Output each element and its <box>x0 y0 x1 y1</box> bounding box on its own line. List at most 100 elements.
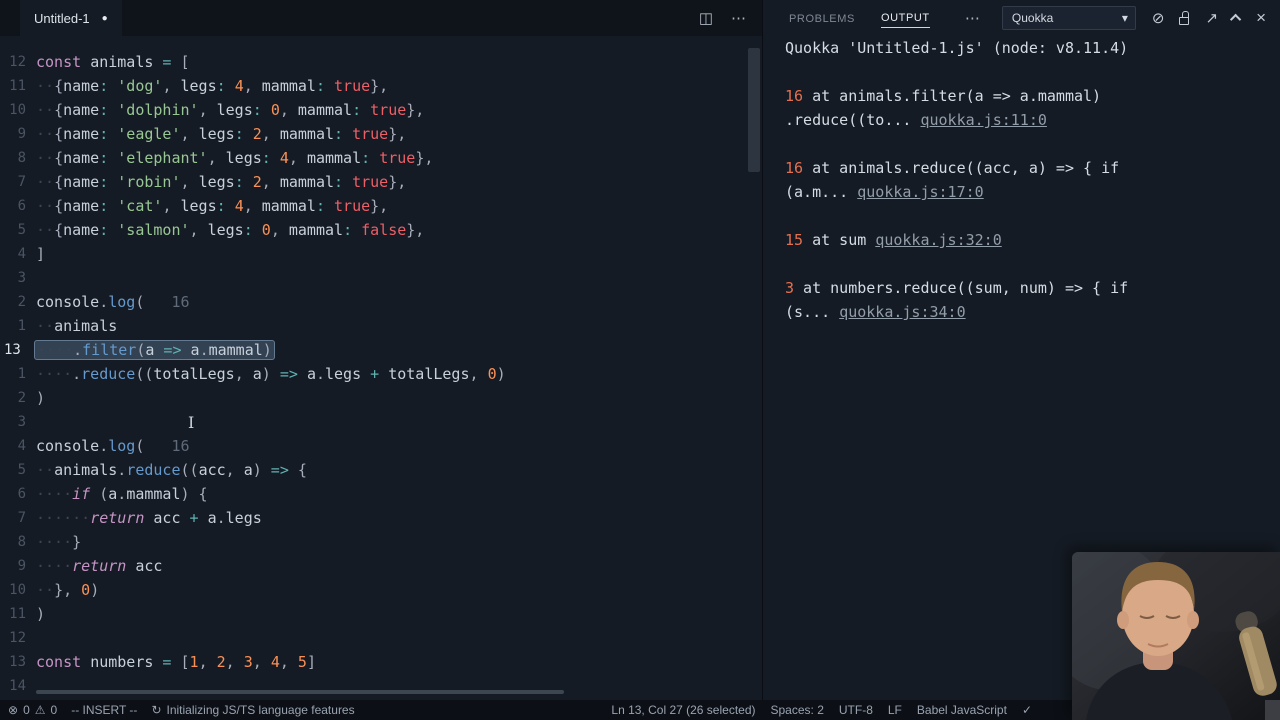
code-token: ) <box>90 581 100 599</box>
code-token: , <box>180 125 199 143</box>
code-line[interactable]: 6 ····if (a.mammal) { <box>0 482 762 506</box>
code-line[interactable]: 9 ····return acc <box>0 554 762 578</box>
code-line[interactable]: 4] <box>0 242 762 266</box>
code-line[interactable]: 8 ··{name: 'elephant', legs: 4, mammal: t… <box>0 146 762 170</box>
code-line[interactable]: 6 ··{name: 'cat', legs: 4, mammal: true}, <box>0 194 762 218</box>
code-token: 'dolphin' <box>117 101 199 119</box>
status-text: Babel JavaScript <box>916 703 1007 717</box>
code-line[interactable]: 13 const numbers = [1, 2, 3, 4, 5] <box>0 650 762 674</box>
clear-output-icon[interactable]: ⊘ <box>1152 9 1165 27</box>
language-mode[interactable]: Babel JavaScript <box>917 703 1007 717</box>
code-token: console <box>36 293 100 311</box>
code-line[interactable]: 9 ··{name: 'eagle', legs: 2, mammal: true… <box>0 122 762 146</box>
tab-untitled-1[interactable]: Untitled-1 ● <box>20 0 122 36</box>
code-token: false <box>361 221 407 239</box>
code-token: 0 <box>261 221 271 239</box>
code-token: reduce <box>126 461 181 479</box>
code-token: : <box>315 197 325 215</box>
code-token: true <box>334 197 371 215</box>
output-entry: 16 at animals.reduce((acc, a) => { if (a.… <box>785 156 1280 204</box>
source-location-link[interactable]: quokka.js:17:0 <box>857 183 983 201</box>
line-number: 3 <box>17 414 26 430</box>
line-content: ······return acc + a.legs <box>36 506 262 530</box>
code-token: : <box>334 173 344 191</box>
code-line[interactable]: 3 <box>0 266 762 290</box>
code-line[interactable]: 1 ····.reduce((totalLegs, a) => a.legs + … <box>0 362 762 386</box>
code-token: { <box>54 173 64 191</box>
code-line[interactable]: 3 <box>0 410 762 434</box>
editor-vertical-scrollbar[interactable] <box>748 48 760 172</box>
indentation-status[interactable]: Spaces: 2 <box>771 703 824 717</box>
selection-highlight: ····.filter(a => a.mammal) <box>34 340 275 360</box>
code-line[interactable]: 7 ··{name: 'robin', legs: 2, mammal: true… <box>0 170 762 194</box>
line-content: ····.filter(a => a.mammal) <box>34 338 275 362</box>
code-token: : <box>99 125 109 143</box>
line-number: 11 <box>9 78 26 94</box>
code-line[interactable]: 2 console.log( 16 <box>0 290 762 314</box>
output-value: 16 <box>785 159 804 177</box>
code-line[interactable]: 4 console.log( 16 <box>0 434 762 458</box>
close-panel-icon[interactable]: × <box>1256 8 1266 28</box>
code-line[interactable]: 8 ····} <box>0 530 762 554</box>
open-log-file-icon[interactable]: ↗ <box>1205 9 1218 27</box>
code-token: { <box>54 77 64 95</box>
code-line[interactable]: 11 ··{name: 'dog', legs: 4, mammal: true}… <box>0 74 762 98</box>
code-editor[interactable]: 12 const animals = [11 ··{name: 'dog', leg… <box>0 36 762 700</box>
split-editor-icon[interactable]: ◫ <box>699 9 713 27</box>
editor-horizontal-scrollbar[interactable] <box>36 690 564 694</box>
panel-more-actions-icon[interactable]: ⋯ <box>965 9 980 27</box>
line-number: 10 <box>9 582 26 598</box>
code-line[interactable]: 12 <box>0 626 762 650</box>
code-token: . <box>117 485 127 503</box>
code-token: legs <box>198 173 235 191</box>
code-line[interactable]: 13 ····.filter(a => a.mammal) <box>0 338 762 362</box>
code-line[interactable]: 1 ··animals <box>0 314 762 338</box>
code-line[interactable]: 5 ··animals.reduce((acc, a) => { <box>0 458 762 482</box>
code-token: ·· <box>36 581 55 599</box>
line-content: ····return acc <box>36 554 162 578</box>
source-location-link[interactable]: quokka.js:32:0 <box>875 231 1001 249</box>
code-token: { <box>54 125 64 143</box>
code-token: ] <box>36 245 46 263</box>
tab-output[interactable]: OUTPUT <box>880 8 930 28</box>
vim-mode-indicator[interactable]: -- INSERT -- <box>71 703 137 717</box>
more-actions-icon[interactable]: ⋯ <box>731 9 746 27</box>
code-token: ·· <box>36 317 55 335</box>
code-token: 'elephant' <box>117 149 208 167</box>
code-line[interactable]: 11) <box>0 602 762 626</box>
code-line[interactable]: 12 const animals = [ <box>0 50 762 74</box>
output-text: Quokka 'Untitled-1.js' (node: v8.11.4) <box>785 39 1129 57</box>
source-location-link[interactable]: quokka.js:11:0 <box>920 111 1046 129</box>
unsaved-changes-dot-icon: ● <box>101 12 108 24</box>
code-token: a <box>207 509 217 527</box>
code-token: legs <box>225 509 262 527</box>
language-features-status[interactable]: ↻ Initializing JS/TS language features <box>151 703 354 717</box>
sync-icon: ↻ <box>151 703 162 717</box>
quokka-check-status[interactable]: ✓ <box>1022 703 1032 717</box>
warning-icon: ⚠ <box>34 703 46 717</box>
line-content: ··{name: 'eagle', legs: 2, mammal: true}… <box>36 122 406 146</box>
auto-scroll-lock-icon[interactable] <box>1179 11 1190 25</box>
eol-status[interactable]: LF <box>888 703 902 717</box>
output-text: at animals.filter(a => a.mammal) <box>803 87 1102 105</box>
code-line[interactable]: 5 ··{name: 'salmon', legs: 0, mammal: fal… <box>0 218 762 242</box>
code-line[interactable]: 14 <box>0 674 762 698</box>
output-text: .reduce((to... <box>785 111 921 129</box>
source-location-link[interactable]: quokka.js:34:0 <box>839 303 965 321</box>
status-text: Ln 13, Col 27 (26 selected) <box>611 703 756 717</box>
code-line[interactable]: 10 ··{name: 'dolphin', legs: 0, mammal: t… <box>0 98 762 122</box>
code-line[interactable]: 2) <box>0 386 762 410</box>
cursor-position[interactable]: Ln 13, Col 27 (26 selected) <box>611 703 755 717</box>
code-token: : <box>352 101 362 119</box>
code-line[interactable]: 10 ··}, 0) <box>0 578 762 602</box>
code-token: : <box>315 77 325 95</box>
problems-status[interactable]: ⊗ 0 ⚠ 0 <box>8 703 57 717</box>
code-line[interactable]: 7 ······return acc + a.legs <box>0 506 762 530</box>
code-token: : <box>234 125 244 143</box>
maximize-panel-icon[interactable] <box>1229 13 1242 26</box>
code-token: mammal <box>279 173 335 191</box>
encoding-status[interactable]: UTF-8 <box>839 703 873 717</box>
tab-problems[interactable]: PROBLEMS <box>789 9 855 28</box>
output-channel-dropdown[interactable]: Quokka ▾ <box>1001 6 1136 30</box>
